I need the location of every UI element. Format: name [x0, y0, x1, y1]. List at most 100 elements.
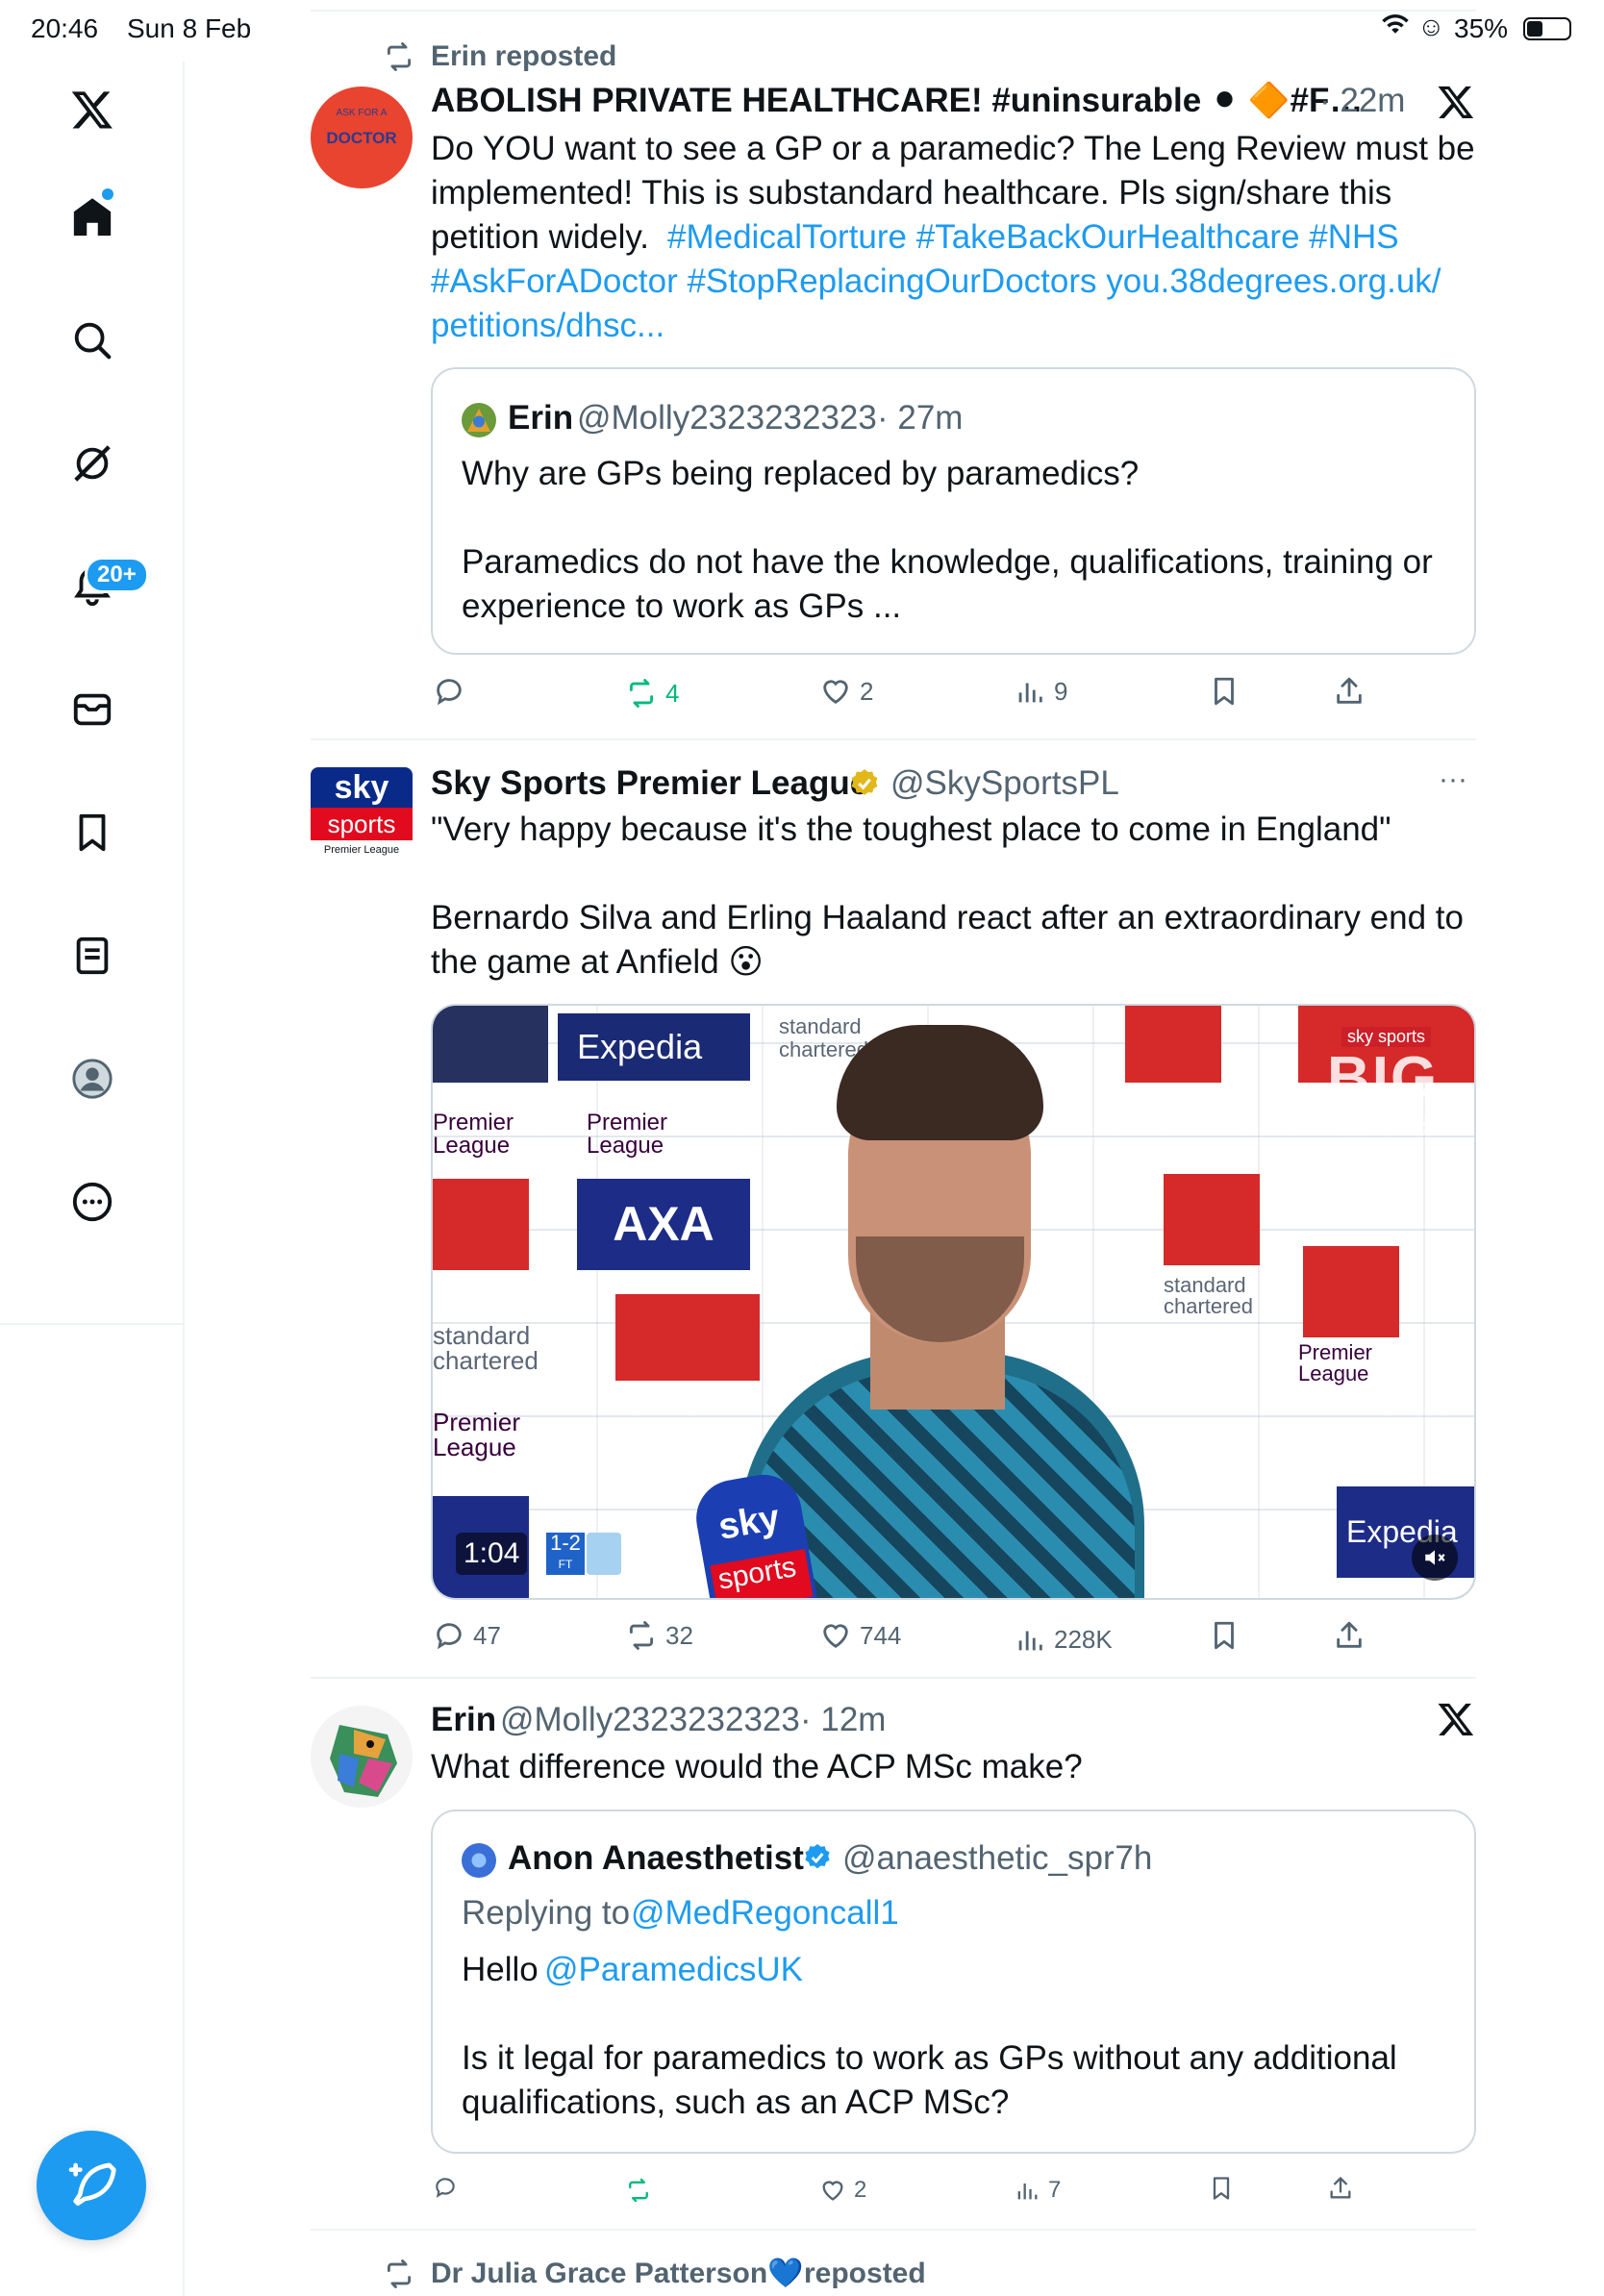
repost-icon — [629, 679, 654, 708]
reply-button[interactable] — [433, 2175, 465, 2200]
quote-author-name: Anon Anaesthetist — [508, 1839, 804, 1877]
repost-label[interactable]: Erin reposted — [431, 35, 616, 79]
verified-blue-icon — [802, 1842, 833, 1878]
quote-text-line: Hello — [462, 1951, 539, 1988]
like-button[interactable]: 2 — [819, 2177, 866, 2204]
quote-time: · 7h — [1094, 1839, 1153, 1877]
repost-author[interactable]: Dr Julia Grace Patterson💙 — [431, 2252, 804, 2296]
notifications-badge: 20+ — [85, 557, 149, 593]
views-button[interactable]: 228K — [1014, 1623, 1113, 1656]
handle[interactable]: @Molly2323232323 — [500, 1698, 800, 1742]
eagle-avatar-icon — [330, 1725, 397, 1797]
verified-gold-icon — [848, 767, 881, 805]
tweet-text-line: Bernardo Silva and Erling Haaland react … — [431, 899, 1464, 936]
messages-icon[interactable] — [63, 681, 121, 738]
bookmark-button[interactable] — [1208, 675, 1241, 708]
reply-button[interactable]: 47 — [433, 1619, 501, 1652]
player-hair — [837, 1025, 1043, 1140]
hashtag-link[interactable]: #MedicalTorture #TakeBackOurHealthcare #… — [667, 215, 1399, 260]
mute-button[interactable] — [1412, 1535, 1458, 1581]
reply-mention-link[interactable]: @MedRegoncall1 — [631, 1891, 899, 1935]
tweet-time[interactable]: · 12m — [800, 1698, 886, 1742]
share-icon — [1337, 677, 1362, 704]
tweet-time[interactable]: · 22m — [1319, 79, 1405, 123]
mention-link[interactable]: @ParamedicsUK — [544, 1948, 803, 1992]
tweet-divider — [311, 1677, 1476, 1679]
quote-text-line: qualifications, such as an ACP MSc? — [462, 2084, 1010, 2121]
reply-button[interactable] — [433, 675, 473, 708]
profile-icon[interactable] — [63, 1050, 121, 1108]
quote-text-line: experience to work as GPs ... — [462, 587, 902, 625]
repost-icon — [629, 2178, 648, 2203]
status-time: 20:46 — [31, 13, 99, 43]
hashtag-link[interactable]: #AskForADoctor #StopReplacingOurDoctors … — [431, 260, 1441, 304]
heart-icon — [822, 2181, 843, 2201]
quote-text-line: Paramedics do not have the knowledge, qu… — [462, 543, 1433, 581]
sponsor-board: standard chartered — [1164, 1273, 1253, 1318]
tweet-text-line: "Very happy because it's the toughest pl… — [431, 811, 1391, 848]
avatar[interactable]: sky sports Premier League — [311, 767, 413, 869]
repost-icon — [629, 1621, 654, 1650]
like-button[interactable]: 2 — [819, 675, 873, 708]
share-button[interactable] — [1333, 675, 1366, 708]
replying-to-label: Replying to — [462, 1894, 631, 1932]
tweet-text-line: the game at Anfield 😮 — [431, 943, 764, 981]
analytics-icon — [1018, 1631, 1042, 1651]
author-name[interactable]: Erin — [431, 1698, 496, 1742]
views-button[interactable]: 9 — [1014, 675, 1067, 708]
reply-icon — [437, 1623, 462, 1650]
avatar[interactable]: ASK FOR A DOCTOR — [311, 87, 413, 188]
bookmark-button[interactable] — [1208, 2175, 1235, 2202]
sponsor-board: standard chartered — [433, 1321, 539, 1375]
bookmarks-icon[interactable] — [63, 804, 121, 861]
sponsor-board: AXA — [577, 1179, 750, 1270]
bookmark-icon — [1215, 677, 1234, 706]
video-player[interactable]: Expedia standard chartered Premier Leagu… — [431, 1004, 1476, 1600]
author-name[interactable]: Sky Sports Premier League — [431, 761, 868, 806]
share-button[interactable] — [1327, 2175, 1354, 2202]
views-button[interactable]: 7 — [1014, 2177, 1061, 2204]
battery-icon — [1523, 17, 1571, 40]
quote-author-name: Erin — [508, 399, 574, 437]
quote-text-line: Is it legal for paramedics to work as GP… — [462, 2039, 1397, 2077]
handle[interactable]: @SkySportsPL — [890, 761, 1119, 806]
repost-label: reposted — [804, 2258, 926, 2289]
repost-icon — [383, 2258, 415, 2295]
bookmark-button[interactable] — [1208, 1619, 1241, 1652]
more-options-icon[interactable]: ··· — [1439, 758, 1467, 802]
compose-button[interactable] — [37, 2131, 146, 2240]
tweet-text-line: Do YOU want to see a GP or a paramedic? … — [431, 130, 1475, 167]
repost-button[interactable] — [625, 2177, 660, 2204]
url-link[interactable]: petitions/dhsc... — [431, 304, 664, 348]
watermark-sub: Weekend — [1313, 1111, 1431, 1141]
lists-icon[interactable] — [63, 927, 121, 985]
heart-icon — [823, 1624, 848, 1649]
tweet-divider — [311, 738, 1476, 740]
x-logo-icon[interactable] — [63, 81, 121, 138]
quote-handle: @anaesthetic_spr — [842, 1839, 1115, 1877]
author-name[interactable]: ABOLISH PRIVATE HEALTHCARE! #uninsurable… — [431, 79, 1363, 123]
like-button[interactable]: 744 — [819, 1619, 901, 1652]
reply-icon — [437, 679, 462, 706]
search-icon[interactable] — [63, 312, 121, 369]
more-icon[interactable] — [63, 1173, 121, 1231]
tweet-text-line: petition widely. — [431, 218, 649, 256]
wifi-icon — [1381, 12, 1410, 45]
quote-handle: @Molly2323232323 — [577, 399, 877, 437]
battery-percent: 35% — [1454, 13, 1509, 43]
repost-button[interactable]: 4 — [625, 677, 679, 710]
quote-avatar — [462, 403, 496, 437]
sponsor-board: Expedia — [558, 1013, 750, 1081]
avatar[interactable] — [311, 1706, 413, 1808]
quote-text-line: Why are GPs being replaced by paramedics… — [462, 455, 1140, 492]
share-button[interactable] — [1333, 1619, 1366, 1652]
sidebar-divider — [0, 1323, 185, 1325]
status-date: Sun 8 Feb — [127, 13, 252, 43]
feed-top-divider — [311, 10, 1476, 12]
x-logo-icon — [1437, 1700, 1475, 1743]
grok-icon[interactable] — [63, 435, 121, 492]
tweet-text-line: What difference would the ACP MSc make? — [431, 1748, 1083, 1785]
repost-button[interactable]: 32 — [625, 1619, 693, 1652]
share-icon — [1330, 2177, 1351, 2199]
focus-icon: ☺ — [1417, 12, 1445, 41]
